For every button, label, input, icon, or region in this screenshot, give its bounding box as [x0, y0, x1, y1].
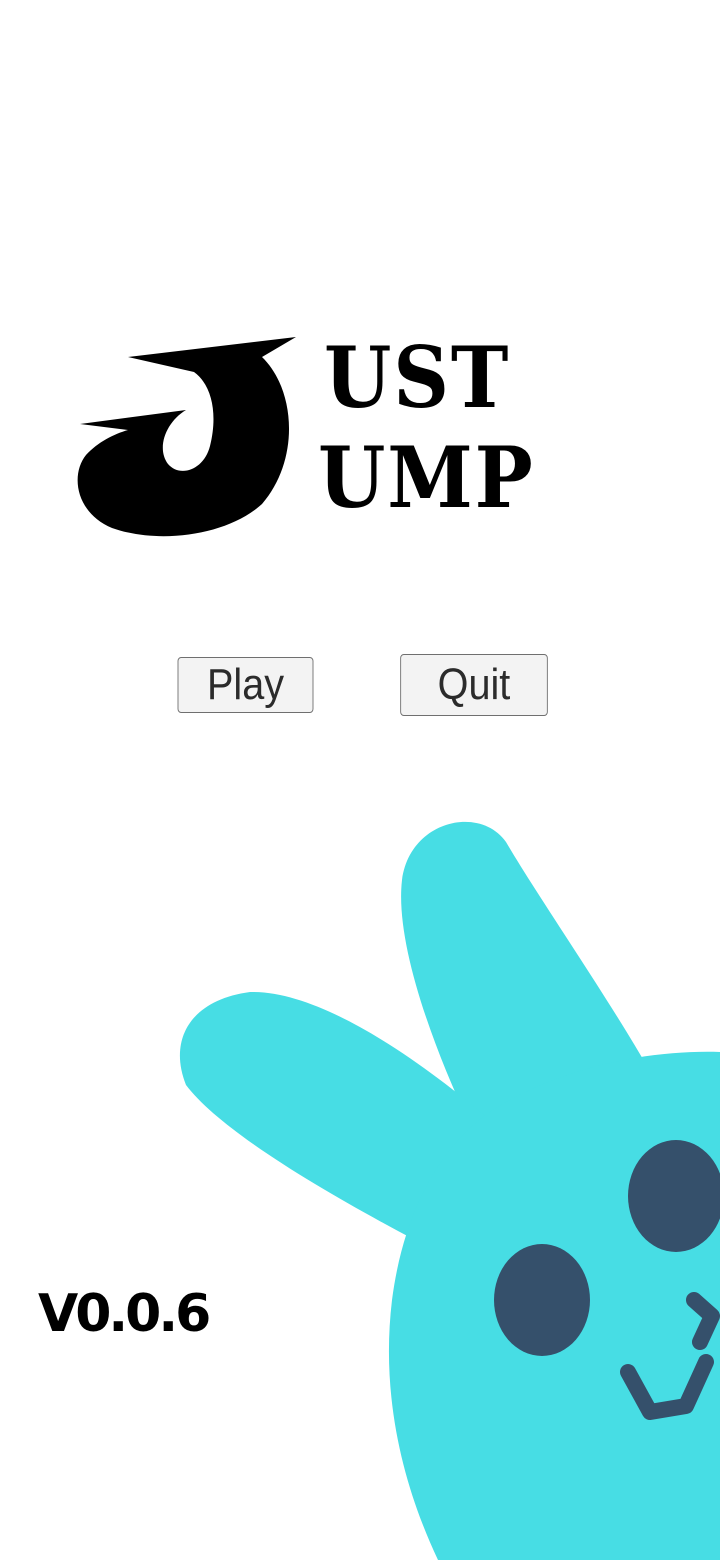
play-button[interactable]: Play [177, 657, 314, 713]
j-hook-logo-icon [77, 337, 296, 537]
bunny-right-eye [628, 1140, 720, 1252]
logo-text-line-2: UMP [318, 428, 535, 527]
bunny-left-eye [494, 1244, 590, 1356]
logo-text-line-1: UST [324, 328, 511, 427]
version-label: V0.0.6 [38, 1284, 211, 1344]
bunny-mouth [620, 1292, 720, 1420]
title-screen: UST UMP Play Quit V0.0.6 [0, 0, 720, 1560]
bunny-body [179, 821, 720, 1560]
quit-button[interactable]: Quit [400, 654, 548, 716]
bunny-face [494, 1140, 720, 1420]
